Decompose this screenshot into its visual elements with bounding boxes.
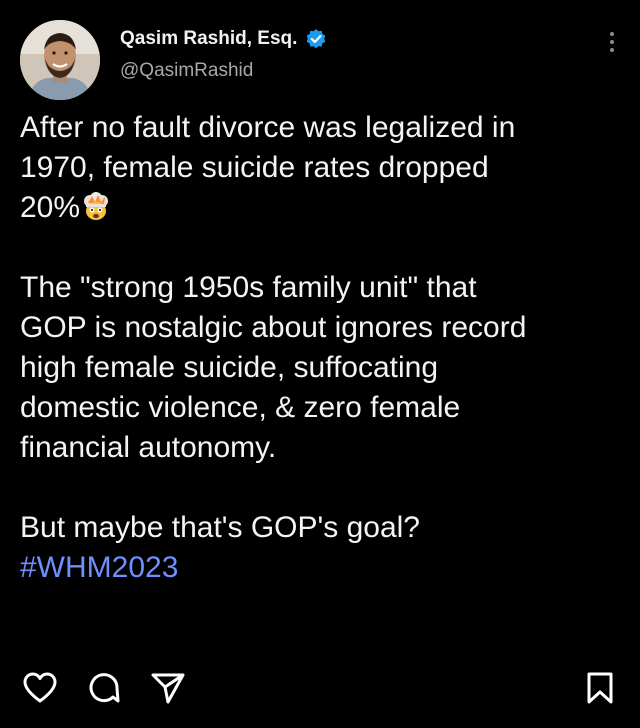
post-card: Qasim Rashid, Esq. @QasimRashid After no… <box>0 0 640 728</box>
author-handle[interactable]: @QasimRashid <box>120 60 327 82</box>
heart-icon <box>23 672 57 709</box>
text-segment: 20% <box>20 191 81 224</box>
action-bar <box>20 670 620 710</box>
hashtag-link[interactable]: #WHM2023 <box>20 548 620 588</box>
text-line: 1970, female suicide rates dropped <box>20 151 489 184</box>
text-line: After no fault divorce was legalized in <box>20 111 516 144</box>
post-text: After no fault divorce was legalized in … <box>20 108 620 588</box>
text-line: But maybe that's GOP's goal? <box>20 511 420 544</box>
more-options-icon[interactable] <box>608 30 616 54</box>
bookmark-icon <box>586 671 614 710</box>
text-line: The "strong 1950s family unit" that <box>20 271 477 304</box>
send-icon <box>151 672 185 709</box>
verified-badge-icon <box>305 28 327 50</box>
author-avatar[interactable] <box>20 20 100 100</box>
post-paragraph-3: But maybe that's GOP's goal? #WHM2023 <box>20 508 620 588</box>
author-name[interactable]: Qasim Rashid, Esq. <box>120 28 297 50</box>
author-info: Qasim Rashid, Esq. @QasimRashid <box>120 28 327 82</box>
comment-button[interactable] <box>84 670 124 710</box>
share-button[interactable] <box>148 670 188 710</box>
comment-icon <box>87 671 121 710</box>
text-line-with-emoji: 20% <box>20 188 620 228</box>
text-line: high female suicide, suffocating <box>20 351 439 384</box>
text-line: domestic violence, & zero female <box>20 391 461 424</box>
exploding-head-emoji-icon <box>81 192 111 222</box>
bookmark-button[interactable] <box>580 670 620 710</box>
text-line: financial autonomy. <box>20 431 277 464</box>
post-paragraph-1: After no fault divorce was legalized in … <box>20 108 620 228</box>
text-line: GOP is nostalgic about ignores record <box>20 311 527 344</box>
post-paragraph-2: The "strong 1950s family unit" that GOP … <box>20 268 620 468</box>
like-button[interactable] <box>20 670 60 710</box>
